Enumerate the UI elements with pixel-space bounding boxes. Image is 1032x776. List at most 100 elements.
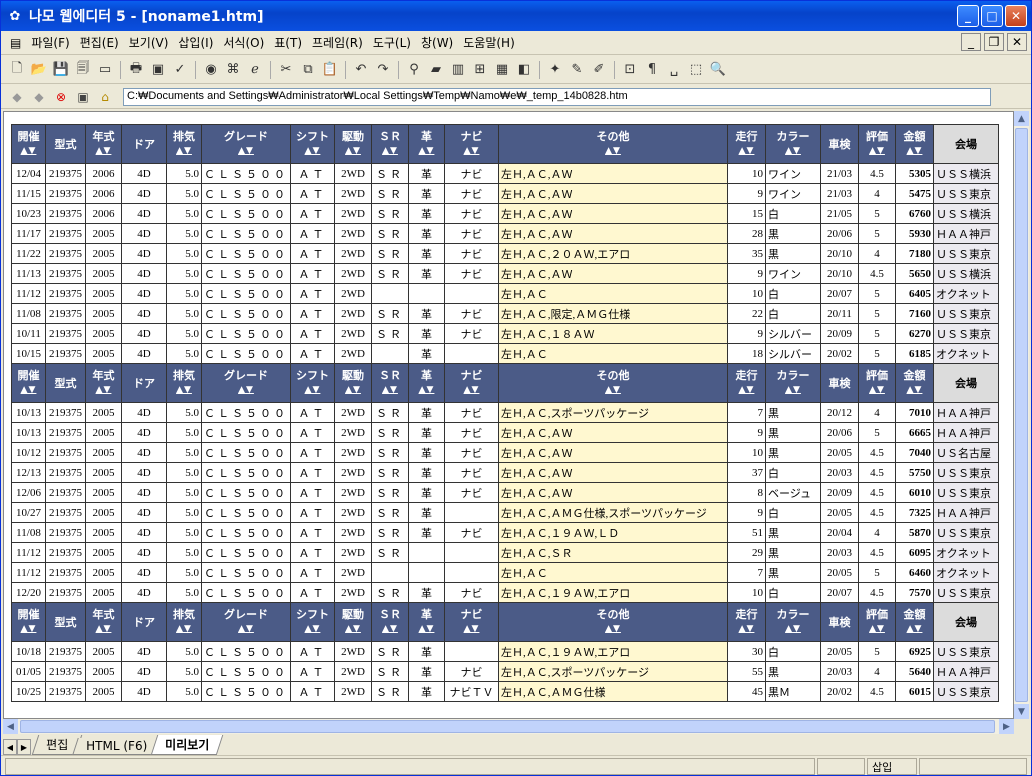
browser-icon[interactable]: ℯ [245, 60, 265, 80]
grid-icon[interactable]: ⊡ [620, 60, 640, 80]
convert-icon[interactable]: ⌘ [223, 60, 243, 80]
link-icon[interactable]: ⚲ [404, 60, 424, 80]
menu-help[interactable]: 도움말(H) [458, 34, 520, 51]
paste-icon[interactable]: 📋 [320, 60, 340, 80]
sort-arrows-icon[interactable]: ▲▼ [14, 383, 43, 398]
menu-frame[interactable]: 프레임(R) [307, 34, 368, 51]
menu-window[interactable]: 창(W) [416, 34, 458, 51]
doc-close-button[interactable]: ✕ [1007, 33, 1027, 51]
scroll-down-icon[interactable]: ▼ [1014, 704, 1029, 719]
sort-arrows-icon[interactable]: ▲▼ [88, 383, 119, 398]
menu-format[interactable]: 서식(O) [218, 34, 269, 51]
sort-arrows-icon[interactable]: ▲▼ [501, 622, 725, 637]
sort-arrows-icon[interactable]: ▲▼ [374, 383, 406, 398]
chart-icon[interactable]: ▥ [448, 60, 468, 80]
copy-icon[interactable]: ⧉ [298, 60, 318, 80]
sort-arrows-icon[interactable]: ▲▼ [861, 144, 893, 159]
horizontal-scroll-thumb[interactable] [20, 720, 995, 733]
sort-arrows-icon[interactable]: ▲▼ [768, 622, 818, 637]
layer-icon[interactable]: ◧ [514, 60, 534, 80]
sort-arrows-icon[interactable]: ▲▼ [501, 144, 725, 159]
sort-arrows-icon[interactable]: ▲▼ [501, 383, 725, 398]
address-input[interactable]: C:₩Documents and Settings₩Administrator₩… [123, 87, 991, 106]
maximize-button[interactable]: □ [981, 5, 1003, 27]
frame-icon[interactable]: ⬚ [686, 60, 706, 80]
publish-icon[interactable]: ◉ [201, 60, 221, 80]
menu-edit[interactable]: 편집(E) [75, 34, 124, 51]
vertical-scroll-thumb[interactable] [1015, 128, 1028, 702]
title-bar[interactable]: ✿ 나모 웹에디터 5 - [noname1.htm] _ □ ✕ [1, 1, 1031, 31]
menu-file[interactable]: 파일(F) [26, 34, 74, 51]
menu-table[interactable]: 표(T) [269, 34, 307, 51]
stop-icon[interactable]: ⊗ [53, 90, 69, 104]
tools-icon[interactable]: ✦ [545, 60, 565, 80]
sort-arrows-icon[interactable]: ▲▼ [447, 144, 496, 159]
forward-icon[interactable]: ◆ [31, 90, 47, 104]
sort-arrows-icon[interactable]: ▲▼ [14, 622, 43, 637]
sort-arrows-icon[interactable]: ▲▼ [88, 622, 119, 637]
tab-html[interactable]: HTML (F6) [72, 738, 161, 755]
sort-arrows-icon[interactable]: ▲▼ [204, 144, 288, 159]
sort-arrows-icon[interactable]: ▲▼ [861, 622, 893, 637]
sort-arrows-icon[interactable]: ▲▼ [374, 622, 406, 637]
new-icon[interactable]: 🗋 [7, 60, 27, 80]
save-all-icon[interactable]: 🗐 [73, 60, 93, 80]
form-icon[interactable]: ▦ [492, 60, 512, 80]
sort-arrows-icon[interactable]: ▲▼ [447, 383, 496, 398]
sort-arrows-icon[interactable]: ▲▼ [768, 383, 818, 398]
tab-next-icon[interactable]: ▶ [17, 739, 31, 755]
sort-arrows-icon[interactable]: ▲▼ [411, 622, 442, 637]
table-icon[interactable]: ⊞ [470, 60, 490, 80]
zoom-icon[interactable]: 🔍 [708, 60, 728, 80]
tab-prev-icon[interactable]: ◀ [3, 739, 17, 755]
sort-arrows-icon[interactable]: ▲▼ [169, 622, 199, 637]
space-icon[interactable]: ␣ [664, 60, 684, 80]
close-button[interactable]: ✕ [1005, 5, 1027, 27]
back-icon[interactable]: ◆ [9, 90, 25, 104]
sort-arrows-icon[interactable]: ▲▼ [293, 383, 332, 398]
scroll-up-icon[interactable]: ▲ [1014, 111, 1029, 126]
paragraph-icon[interactable]: ¶ [642, 60, 662, 80]
sort-arrows-icon[interactable]: ▲▼ [374, 144, 406, 159]
brush2-icon[interactable]: ✐ [589, 60, 609, 80]
open-icon[interactable]: 📂 [29, 60, 49, 80]
sort-arrows-icon[interactable]: ▲▼ [898, 144, 931, 159]
sort-arrows-icon[interactable]: ▲▼ [337, 144, 369, 159]
image-icon[interactable]: ▰ [426, 60, 446, 80]
vertical-scrollbar[interactable]: ▲ ▼ [1014, 111, 1029, 719]
sort-arrows-icon[interactable]: ▲▼ [293, 144, 332, 159]
sort-arrows-icon[interactable]: ▲▼ [730, 144, 763, 159]
sort-arrows-icon[interactable]: ▲▼ [204, 383, 288, 398]
menu-view[interactable]: 보기(V) [124, 34, 174, 51]
sort-arrows-icon[interactable]: ▲▼ [768, 144, 818, 159]
doc-restore-button[interactable]: ❐ [984, 33, 1004, 51]
sort-arrows-icon[interactable]: ▲▼ [861, 383, 893, 398]
sort-arrows-icon[interactable]: ▲▼ [14, 144, 43, 159]
brush-icon[interactable]: ✎ [567, 60, 587, 80]
sort-arrows-icon[interactable]: ▲▼ [898, 622, 931, 637]
print-icon[interactable]: 🖶 [126, 60, 146, 80]
sort-arrows-icon[interactable]: ▲▼ [730, 383, 763, 398]
redo-icon[interactable]: ↷ [373, 60, 393, 80]
print-preview-icon[interactable]: ▣ [148, 60, 168, 80]
home-icon[interactable]: ⌂ [97, 90, 113, 104]
sort-arrows-icon[interactable]: ▲▼ [411, 383, 442, 398]
sort-arrows-icon[interactable]: ▲▼ [337, 383, 369, 398]
sort-arrows-icon[interactable]: ▲▼ [88, 144, 119, 159]
scroll-left-icon[interactable]: ◀ [3, 719, 18, 734]
sort-arrows-icon[interactable]: ▲▼ [204, 622, 288, 637]
horizontal-scrollbar[interactable]: ◀ ▶ [3, 719, 1014, 734]
sort-arrows-icon[interactable]: ▲▼ [169, 383, 199, 398]
sort-arrows-icon[interactable]: ▲▼ [169, 144, 199, 159]
tab-preview[interactable]: 미리보기 [150, 735, 224, 755]
doc-minimize-button[interactable]: _ [961, 33, 981, 51]
sort-arrows-icon[interactable]: ▲▼ [293, 622, 332, 637]
minimize-button[interactable]: _ [957, 5, 979, 27]
sort-arrows-icon[interactable]: ▲▼ [730, 622, 763, 637]
scroll-right-icon[interactable]: ▶ [999, 719, 1014, 734]
menu-tools[interactable]: 도구(L) [368, 34, 416, 51]
cut-icon[interactable]: ✂ [276, 60, 296, 80]
menu-insert[interactable]: 삽입(I) [173, 34, 218, 51]
sort-arrows-icon[interactable]: ▲▼ [447, 622, 496, 637]
sort-arrows-icon[interactable]: ▲▼ [411, 144, 442, 159]
